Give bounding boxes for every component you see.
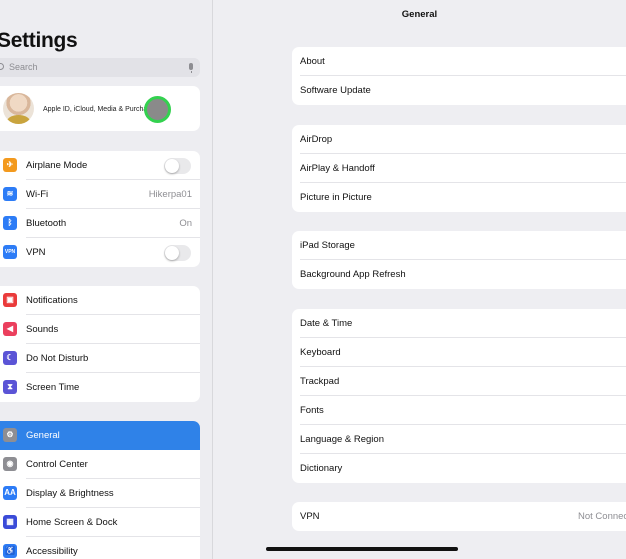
- general-item-vpn[interactable]: VPN Not Connected: [292, 502, 626, 531]
- sidebar-item-label: Wi-Fi: [26, 189, 49, 200]
- sidebar-item-notifications[interactable]: ▣ Notifications: [0, 286, 200, 315]
- sidebar-item-value: On: [179, 218, 192, 229]
- general-item-dictionary[interactable]: Dictionary: [292, 454, 626, 483]
- sidebar-item-home-screen-and-dock[interactable]: ▦ Home Screen & Dock: [0, 508, 200, 537]
- general-item-label: Dictionary: [300, 463, 343, 474]
- search-field[interactable]: Search: [0, 58, 200, 77]
- general-pane: General About Software Update AirDrop AirPl…: [213, 0, 626, 559]
- general-item-fonts[interactable]: Fonts: [292, 396, 626, 425]
- general-item-language-and-region[interactable]: Language & Region: [292, 425, 626, 454]
- general-item-background-app-refresh[interactable]: Background App Refresh: [292, 260, 626, 289]
- general-item-label: Picture in Picture: [300, 192, 372, 203]
- microphone-icon[interactable]: [189, 63, 193, 73]
- search-placeholder: Search: [9, 62, 38, 72]
- general-group: Date & Time Keyboard Trackpad Fonts Language…: [292, 309, 626, 483]
- bluetooth-icon: ᛒ: [3, 216, 17, 230]
- vpn-icon: VPN: [3, 245, 17, 259]
- notifications-icon: ▣: [3, 293, 17, 307]
- sounds-icon: ◀: [3, 322, 17, 336]
- sidebar-item-screen-time[interactable]: ⧗ Screen Time: [0, 373, 200, 402]
- sidebar-group: ▣ Notifications ◀ Sounds ☾ Do Not Disturb ⧗ Scr…: [0, 286, 200, 402]
- sidebar-item-bluetooth[interactable]: ᛒ Bluetooth On: [0, 209, 200, 238]
- apple-id-profile[interactable]: Apple ID, iCloud, Media & Purchases: [0, 86, 200, 131]
- general-item-keyboard[interactable]: Keyboard: [292, 338, 626, 367]
- switches-icon: ◉: [3, 457, 17, 471]
- profile-subtitle: Apple ID, iCloud, Media & Purchases: [43, 106, 159, 113]
- sidebar-item-display-and-brightness[interactable]: AA Display & Brightness: [0, 479, 200, 508]
- general-item-value: Not Connected: [578, 511, 626, 522]
- sidebar-title: Settings: [0, 29, 78, 52]
- sidebar-item-label: Control Center: [26, 459, 88, 470]
- general-group: About Software Update: [292, 47, 626, 105]
- general-item-date-and-time[interactable]: Date & Time: [292, 309, 626, 338]
- general-item-label: AirDrop: [300, 134, 333, 145]
- gear-icon: ⚙: [3, 428, 17, 442]
- general-item-label: Keyboard: [300, 347, 341, 358]
- home-indicator[interactable]: [266, 547, 458, 551]
- sidebar-item-label: Accessibility: [26, 546, 78, 557]
- sidebar-item-label: Sounds: [26, 324, 59, 335]
- general-item-ipad-storage[interactable]: iPad Storage: [292, 231, 626, 260]
- general-item-trackpad[interactable]: Trackpad: [292, 367, 626, 396]
- sidebar-item-label: Bluetooth: [26, 218, 67, 229]
- grid-icon: ▦: [3, 515, 17, 529]
- sidebar-item-label: Notifications: [26, 295, 78, 306]
- sidebar-item-sounds[interactable]: ◀ Sounds: [0, 315, 200, 344]
- general-item-picture-in-picture[interactable]: Picture in Picture: [292, 183, 626, 212]
- vpn-toggle[interactable]: [164, 245, 191, 261]
- general-item-label: iPad Storage: [300, 240, 355, 251]
- sidebar-item-label: General: [26, 430, 60, 441]
- sidebar-item-general[interactable]: ⚙ General: [0, 421, 200, 450]
- accessibility-icon: ♿: [3, 544, 17, 558]
- general-item-airdrop[interactable]: AirDrop: [292, 125, 626, 154]
- sidebar-item-label: VPN: [26, 247, 46, 258]
- general-item-label: AirPlay & Handoff: [300, 163, 375, 174]
- pane-title: General: [401, 9, 438, 20]
- sidebar-item-accessibility[interactable]: ♿ Accessibility: [0, 537, 200, 559]
- avatar: [3, 93, 34, 124]
- general-item-label: About: [300, 56, 325, 67]
- airplane-mode-toggle[interactable]: [164, 158, 191, 174]
- general-item-about[interactable]: About: [292, 47, 626, 76]
- search-icon: [0, 63, 4, 70]
- general-group: iPad Storage Background App Refresh: [292, 231, 626, 289]
- airplane-icon: ✈: [3, 158, 17, 172]
- general-item-airplay-and-handoff[interactable]: AirPlay & Handoff: [292, 154, 626, 183]
- sidebar-item-label: Display & Brightness: [26, 488, 114, 499]
- moon-icon: ☾: [3, 351, 17, 365]
- sidebar-group: ✈ Airplane Mode ≋ Wi-Fi Hikerpa01 ᛒ Bluetooth O…: [0, 151, 200, 267]
- sidebar-group: ⚙ General ◉ Control Center AA Display & Brigh…: [0, 421, 200, 559]
- general-item-label: Background App Refresh: [300, 269, 406, 280]
- hourglass-icon: ⧗: [3, 380, 17, 394]
- general-item-label: Fonts: [300, 405, 324, 416]
- sidebar-item-label: Screen Time: [26, 382, 80, 393]
- sidebar-item-value: Hikerpa01: [148, 189, 192, 200]
- general-item-label: Trackpad: [300, 376, 340, 387]
- wifi-icon: ≋: [3, 187, 17, 201]
- general-group: VPN Not Connected: [292, 502, 626, 531]
- general-item-label: Date & Time: [300, 318, 353, 329]
- sidebar-item-vpn[interactable]: VPN VPN: [0, 238, 200, 267]
- general-item-software-update[interactable]: Software Update: [292, 76, 626, 105]
- general-item-label: VPN: [300, 511, 320, 522]
- general-item-label: Language & Region: [300, 434, 384, 445]
- sidebar-item-label: Home Screen & Dock: [26, 517, 118, 528]
- general-group: AirDrop AirPlay & Handoff Picture in Pictu…: [292, 125, 626, 212]
- touch-indicator: [144, 96, 171, 123]
- general-item-label: Software Update: [300, 85, 371, 96]
- sidebar-item-label: Do Not Disturb: [26, 353, 89, 364]
- settings-sidebar: Settings Search Apple ID, iCloud, Media …: [0, 0, 213, 559]
- sidebar-item-label: Airplane Mode: [26, 160, 88, 171]
- sidebar-item-control-center[interactable]: ◉ Control Center: [0, 450, 200, 479]
- display-icon: AA: [3, 486, 17, 500]
- sidebar-item-do-not-disturb[interactable]: ☾ Do Not Disturb: [0, 344, 200, 373]
- sidebar-item-airplane-mode[interactable]: ✈ Airplane Mode: [0, 151, 200, 180]
- sidebar-item-wi-fi[interactable]: ≋ Wi-Fi Hikerpa01: [0, 180, 200, 209]
